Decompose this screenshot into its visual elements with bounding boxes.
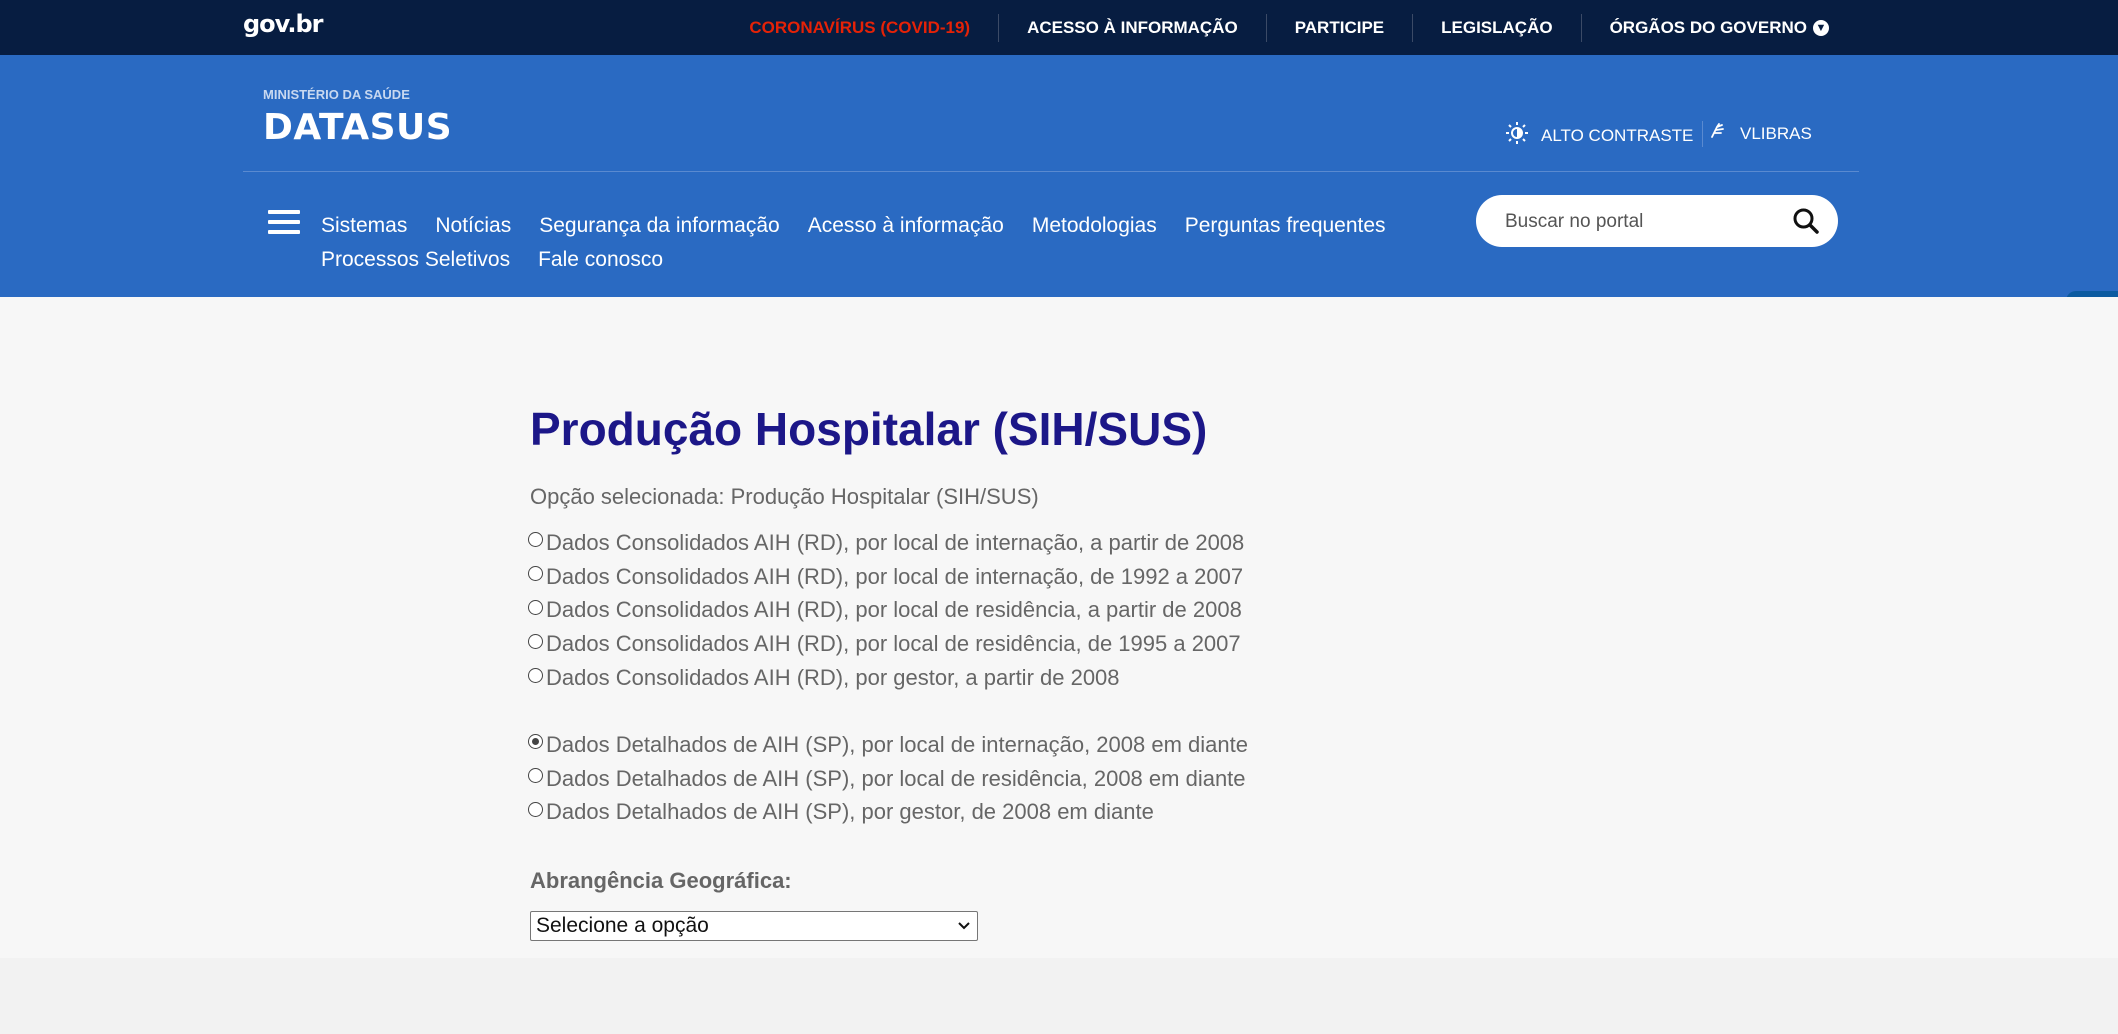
main-content: Produção Hospitalar (SIH/SUS) Opção sele…	[0, 297, 2118, 958]
high-contrast-toggle[interactable]: ALTO CONTRASTE	[1505, 121, 1693, 151]
top-links: CORONAVÍRUS (COVID-19) ACESSO À INFORMAÇ…	[721, 0, 1857, 55]
high-contrast-label: ALTO CONTRASTE	[1541, 126, 1694, 145]
radio-option[interactable]: Dados Consolidados AIH (RD), por local d…	[528, 526, 1244, 560]
radio-label: Dados Consolidados AIH (RD), por local d…	[546, 597, 1242, 623]
gov-topbar: gov.br CORONAVÍRUS (COVID-19) ACESSO À I…	[0, 0, 2118, 55]
nav-seguranca[interactable]: Segurança da informação	[539, 209, 780, 243]
main-nav: Sistemas Notícias Segurança da informaçã…	[321, 209, 1431, 277]
radio-button-checked[interactable]	[528, 734, 543, 750]
header-divider	[1702, 121, 1703, 147]
chevron-down-icon	[957, 912, 971, 949]
radio-label: Dados Consolidados AIH (RD), por gestor,…	[546, 665, 1120, 691]
radio-option[interactable]: Dados Detalhados de AIH (SP), por local …	[528, 728, 1248, 762]
search-box	[1476, 195, 1838, 247]
contrast-icon	[1505, 121, 1529, 151]
nav-fale-conosco[interactable]: Fale conosco	[538, 243, 663, 277]
header-separator	[243, 171, 1859, 172]
hamburger-menu-icon[interactable]	[268, 210, 300, 236]
access-info-link[interactable]: ACESSO À INFORMAÇÃO	[998, 13, 1266, 42]
consolidated-options: Dados Consolidados AIH (RD), por local d…	[528, 526, 1244, 695]
datasus-logo[interactable]: DATASUS	[263, 107, 452, 148]
radio-option[interactable]: Dados Consolidados AIH (RD), por local d…	[528, 560, 1244, 594]
radio-label: Dados Consolidados AIH (RD), por local d…	[546, 563, 1244, 589]
nav-processos[interactable]: Processos Seletivos	[321, 243, 510, 277]
vlibras-label: VLIBRAS	[1740, 124, 1812, 143]
radio-label: Dados Detalhados de AIH (SP), por gestor…	[546, 799, 1154, 825]
radio-button[interactable]	[528, 801, 543, 817]
nav-perguntas[interactable]: Perguntas frequentes	[1185, 209, 1386, 243]
radio-option[interactable]: Dados Detalhados de AIH (SP), por gestor…	[528, 796, 1248, 830]
search-icon[interactable]	[1792, 207, 1820, 240]
geo-coverage-label: Abrangência Geográfica:	[530, 868, 792, 893]
radio-label: Dados Consolidados AIH (RD), por local d…	[546, 631, 1241, 657]
radio-button[interactable]	[528, 532, 543, 548]
select-value: Selecione a opção	[536, 914, 709, 937]
vlibras-toggle[interactable]: VLIBRAS	[1708, 121, 1812, 147]
covid-link[interactable]: CORONAVÍRUS (COVID-19)	[721, 14, 998, 42]
page-title: Produção Hospitalar (SIH/SUS)	[530, 403, 1208, 455]
nav-metodologias[interactable]: Metodologias	[1032, 209, 1157, 243]
sign-language-icon	[1708, 121, 1728, 147]
geo-coverage-select[interactable]: Selecione a opção	[530, 911, 978, 941]
government-orgs-label: ÓRGÃOS DO GOVERNO	[1609, 17, 1807, 37]
search-input[interactable]	[1503, 207, 1777, 237]
radio-option[interactable]: Dados Consolidados AIH (RD), por gestor,…	[528, 661, 1244, 695]
nav-sistemas[interactable]: Sistemas	[321, 209, 407, 243]
govbr-logo[interactable]: gov.br	[243, 10, 323, 38]
nav-acesso[interactable]: Acesso à informação	[808, 209, 1004, 243]
nav-noticias[interactable]: Notícias	[435, 209, 511, 243]
radio-button[interactable]	[528, 599, 543, 615]
radio-button[interactable]	[528, 667, 543, 683]
radio-button[interactable]	[528, 768, 543, 784]
site-header: MINISTÉRIO DA SAÚDE DATASUS ALTO CONTRAS…	[0, 55, 2118, 297]
chevron-down-icon: ▼	[1813, 19, 1829, 36]
radio-button[interactable]	[528, 566, 543, 582]
legislation-link[interactable]: LEGISLAÇÃO	[1412, 13, 1580, 42]
ministry-label: MINISTÉRIO DA SAÚDE	[263, 87, 410, 102]
government-orgs-link[interactable]: ÓRGÃOS DO GOVERNO ▼	[1580, 13, 1857, 42]
radio-option[interactable]: Dados Detalhados de AIH (SP), por local …	[528, 762, 1248, 796]
radio-option[interactable]: Dados Consolidados AIH (RD), por local d…	[528, 627, 1244, 661]
radio-label: Dados Consolidados AIH (RD), por local d…	[546, 529, 1245, 555]
radio-label: Dados Detalhados de AIH (SP), por local …	[546, 731, 1248, 757]
participate-link[interactable]: PARTICIPE	[1265, 13, 1412, 42]
radio-label: Dados Detalhados de AIH (SP), por local …	[546, 765, 1246, 791]
radio-button[interactable]	[528, 633, 543, 649]
selected-option-text: Opção selecionada: Produção Hospitalar (…	[530, 484, 1039, 509]
radio-option[interactable]: Dados Consolidados AIH (RD), por local d…	[528, 594, 1244, 628]
detailed-options: Dados Detalhados de AIH (SP), por local …	[528, 728, 1248, 829]
